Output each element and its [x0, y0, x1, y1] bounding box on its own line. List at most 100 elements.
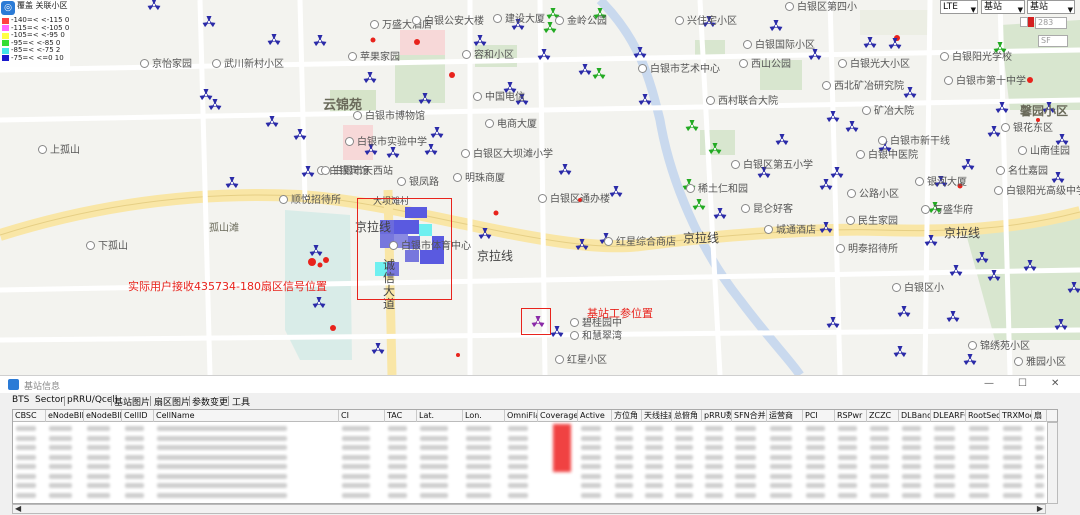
- map-poi[interactable]: 建设大厦: [493, 14, 545, 26]
- map-poi[interactable]: 银花东区: [1001, 123, 1053, 135]
- map-poi[interactable]: 白银市第十中学: [944, 76, 1026, 88]
- table-column-header[interactable]: TRXMod: [1000, 410, 1032, 422]
- map-poi[interactable]: 白银阳光学校: [940, 52, 1012, 64]
- site-marker[interactable]: [147, 0, 161, 11]
- site-marker[interactable]: [946, 311, 960, 323]
- table-column-header[interactable]: 天线挂高: [642, 410, 672, 422]
- table-column-header[interactable]: ZCZC: [867, 410, 899, 422]
- table-row[interactable]: [13, 491, 1044, 500]
- map-poi[interactable]: 电商大厦: [485, 119, 537, 131]
- table-column-header[interactable]: CBSC: [13, 410, 46, 422]
- site-marker[interactable]: [888, 38, 902, 50]
- map-poi[interactable]: 昆仑好客: [741, 204, 793, 216]
- layer-select-2[interactable]: 基站 ▼: [1027, 0, 1075, 14]
- tab-tools[interactable]: 工具: [232, 395, 250, 408]
- map-poi[interactable]: 矿冶大院: [862, 106, 914, 118]
- map-poi[interactable]: 公路小区: [847, 189, 899, 201]
- tab-bts[interactable]: BTS: [12, 395, 29, 405]
- map-poi[interactable]: 下孤山: [86, 241, 128, 253]
- map-poi[interactable]: 白银市博物馆: [353, 111, 425, 123]
- window-titlebar[interactable]: 基站信息 — ☐ ✕: [0, 376, 1080, 393]
- cell-table[interactable]: CBSC eNodeBID eNodeBID CellID CellName CI TAC L…: [12, 409, 1058, 504]
- map-poi[interactable]: 白银市天西站: [321, 166, 393, 178]
- map-poi[interactable]: 锦绣苑小区: [968, 341, 1030, 353]
- scroll-left-icon[interactable]: ◀: [15, 504, 21, 513]
- site-marker[interactable]: [313, 35, 327, 47]
- map-poi[interactable]: 西北矿冶研究院: [822, 81, 904, 93]
- site-marker[interactable]: [845, 121, 859, 133]
- site-marker[interactable]: [685, 120, 699, 132]
- site-marker[interactable]: [578, 64, 592, 76]
- map-poi[interactable]: 银凤路: [397, 177, 439, 189]
- map-poi[interactable]: 城通酒店: [764, 225, 816, 237]
- map-poi[interactable]: 稀土仁和园: [686, 184, 748, 196]
- site-marker[interactable]: [558, 164, 572, 176]
- map-poi[interactable]: 金岭公园: [555, 16, 607, 28]
- site-marker[interactable]: [897, 306, 911, 318]
- tab-site-pictures[interactable]: 基站图片: [114, 395, 150, 408]
- table-row[interactable]: [13, 481, 1044, 490]
- scroll-right-icon[interactable]: ▶: [1037, 504, 1043, 513]
- map-poi[interactable]: 白银区小: [892, 283, 944, 295]
- site-marker[interactable]: [961, 159, 975, 171]
- table-column-header[interactable]: Lat.: [417, 410, 463, 422]
- site-marker[interactable]: [713, 208, 727, 220]
- map-poi[interactable]: 名仕嘉园: [996, 166, 1048, 178]
- map-poi[interactable]: 上孤山: [38, 145, 80, 157]
- table-column-header[interactable]: eNodeBID: [84, 410, 122, 422]
- table-column-header[interactable]: TAC: [385, 410, 417, 422]
- map-poi[interactable]: 白银公安大楼: [412, 16, 484, 28]
- site-marker[interactable]: [903, 87, 917, 99]
- color-swatch-red[interactable]: [1028, 17, 1034, 27]
- minimize-icon[interactable]: —: [984, 378, 994, 389]
- map-poi[interactable]: 明珠商厦: [453, 173, 505, 185]
- map-poi[interactable]: 白银市艺术中心: [638, 64, 720, 76]
- site-marker[interactable]: [1055, 134, 1069, 146]
- map-poi[interactable]: 兴住宅小区: [675, 16, 737, 28]
- site-marker[interactable]: [202, 16, 216, 28]
- map-canvas[interactable]: 云锦苑 孤山滩 馨园小区 京拉线 京拉线 京拉线 京拉线 诚信大道 大坝滩村 万…: [0, 0, 1080, 375]
- maximize-icon[interactable]: ☐: [1018, 378, 1027, 389]
- table-column-header[interactable]: 扇: [1032, 410, 1047, 422]
- site-marker[interactable]: [265, 116, 279, 128]
- map-poi[interactable]: 银河大厦: [915, 177, 967, 189]
- site-marker[interactable]: [893, 346, 907, 358]
- vertical-scrollbar[interactable]: [1047, 422, 1058, 504]
- table-column-header[interactable]: SFN合并: [732, 410, 767, 422]
- table-column-header[interactable]: CellID: [122, 410, 154, 422]
- search-field[interactable]: 283: [1035, 17, 1067, 29]
- table-row[interactable]: [13, 462, 1044, 471]
- layer-select-1[interactable]: 基站 ▼: [981, 0, 1025, 14]
- map-poi[interactable]: 红星综合商店: [604, 237, 676, 249]
- table-row[interactable]: [13, 443, 1044, 452]
- close-icon[interactable]: ✕: [1051, 378, 1059, 389]
- map-poi[interactable]: 白银中医院: [856, 150, 918, 162]
- site-marker[interactable]: [363, 72, 377, 84]
- tab-sector[interactable]: Sector: [35, 395, 64, 405]
- site-marker[interactable]: [592, 68, 606, 80]
- table-column-header[interactable]: Active: [578, 410, 612, 422]
- map-poi[interactable]: 白银区第四小: [785, 2, 857, 14]
- map-poi[interactable]: 顺悦招待所: [279, 195, 341, 207]
- table-column-header[interactable]: RSPwr: [835, 410, 867, 422]
- map-poi[interactable]: 民生家园: [846, 216, 898, 228]
- table-row[interactable]: [13, 472, 1044, 481]
- map-poi[interactable]: 容和小区: [462, 50, 514, 62]
- table-column-header[interactable]: DLEARFCN: [931, 410, 966, 422]
- map-poi[interactable]: 武川新村小区: [212, 59, 284, 71]
- table-row[interactable]: [13, 453, 1044, 462]
- map-poi[interactable]: 万盛华府: [921, 205, 973, 217]
- network-select[interactable]: LTE ▼: [940, 0, 978, 14]
- site-marker[interactable]: [987, 126, 1001, 138]
- site-marker[interactable]: [225, 177, 239, 189]
- table-column-header[interactable]: 方位角: [612, 410, 642, 422]
- table-column-header[interactable]: 运营商: [767, 410, 803, 422]
- map-poi[interactable]: 山南佳园: [1018, 146, 1070, 158]
- table-column-header[interactable]: CI: [339, 410, 385, 422]
- table-column-header[interactable]: pRRU数: [702, 410, 732, 422]
- map-poi[interactable]: 红星小区: [555, 355, 607, 367]
- map-poi[interactable]: 白银阳光高级中学: [994, 186, 1080, 198]
- site-marker[interactable]: [769, 20, 783, 32]
- map-poi[interactable]: 雅园小区: [1014, 357, 1066, 369]
- site-marker[interactable]: [775, 134, 789, 146]
